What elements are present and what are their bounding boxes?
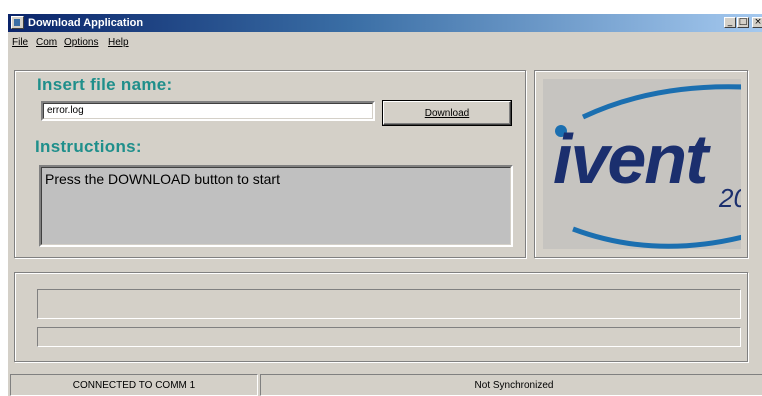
title-bar[interactable]: Download Application _ □ × <box>8 14 762 32</box>
logo-panel: ivent 20 <box>534 70 748 258</box>
close-button[interactable]: × <box>752 17 762 28</box>
ivent-logo: ivent 20 <box>543 79 741 249</box>
menu-file[interactable]: File <box>12 37 28 48</box>
status-sync-text: Not Synchronized <box>474 380 554 391</box>
status-bar: CONNECTED TO COMM 1 Not Synchronized <box>8 372 762 396</box>
menu-bar: File Com Options Help <box>8 34 762 52</box>
app-icon[interactable] <box>11 16 24 29</box>
instructions-box: Press the DOWNLOAD button to start <box>39 165 513 247</box>
menu-options[interactable]: Options <box>64 37 98 48</box>
progress-panel <box>14 272 748 362</box>
app-window: Download Application _ □ × File Com Opti… <box>8 14 762 396</box>
file-name-input[interactable]: error.log <box>41 101 375 121</box>
minimize-button[interactable]: _ <box>724 17 736 28</box>
instructions-text: Press the DOWNLOAD button to start <box>45 171 280 187</box>
menu-com[interactable]: Com <box>36 37 57 48</box>
download-button[interactable]: Download <box>382 100 512 126</box>
progress-bar-secondary <box>37 327 741 347</box>
insert-file-heading: Insert file name: <box>37 75 173 94</box>
file-name-value: error.log <box>47 105 84 116</box>
status-connection: CONNECTED TO COMM 1 <box>10 374 258 396</box>
status-sync: Not Synchronized <box>260 374 762 396</box>
maximize-button[interactable]: □ <box>737 17 749 28</box>
file-panel: Insert file name: error.log Download Ins… <box>14 70 526 258</box>
menu-help[interactable]: Help <box>108 37 129 48</box>
logo-text: ivent <box>553 120 708 198</box>
progress-bar-primary <box>37 289 741 319</box>
download-button-label: Download <box>424 108 470 119</box>
logo-suffix: 20 <box>719 183 741 213</box>
window-title: Download Application <box>28 17 144 29</box>
instructions-heading: Instructions: <box>35 137 142 156</box>
status-connection-text: CONNECTED TO COMM 1 <box>72 380 196 391</box>
